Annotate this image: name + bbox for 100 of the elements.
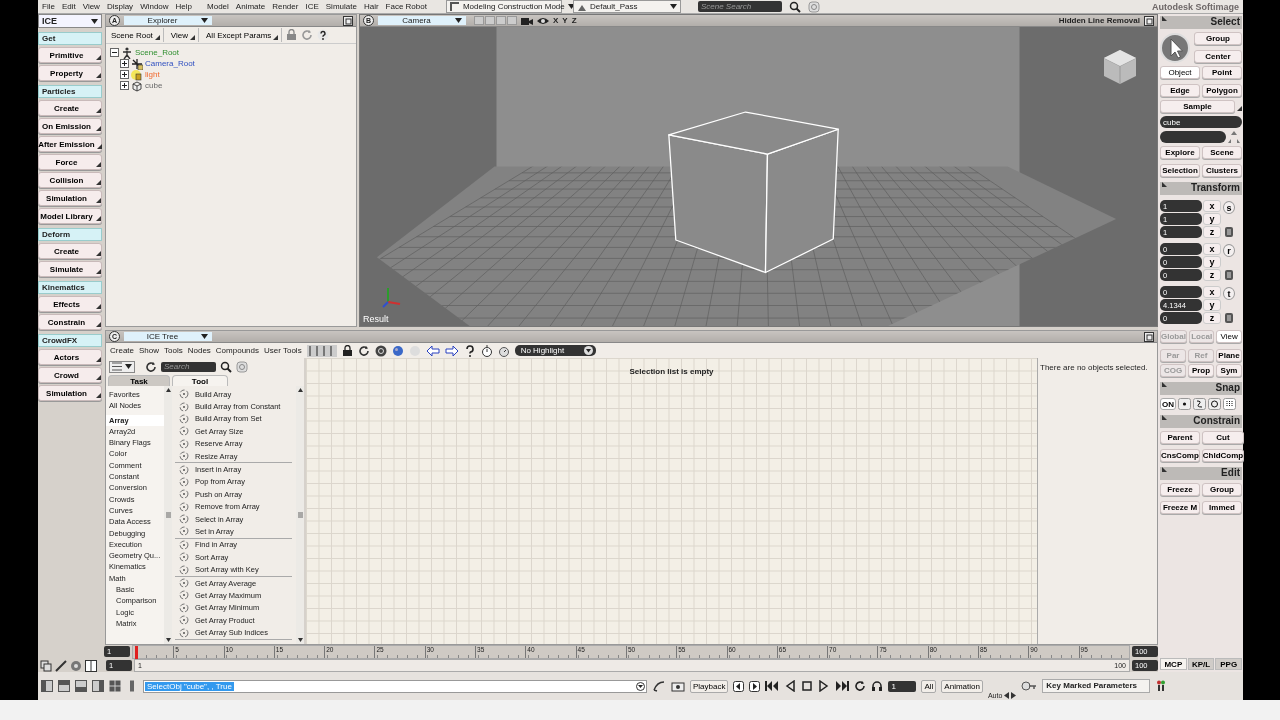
filter-field[interactable] <box>1160 131 1226 143</box>
scroll-down-icon[interactable] <box>165 638 171 642</box>
snap-points-icon[interactable] <box>1178 398 1191 410</box>
scroll-down-icon[interactable] <box>297 638 303 642</box>
menu-item[interactable]: Simulate <box>325 2 357 11</box>
tab[interactable]: PPG <box>1215 658 1242 670</box>
toolbar-button[interactable]: Property <box>38 65 102 81</box>
menu-item[interactable]: File <box>42 2 55 11</box>
snap-surface-icon[interactable] <box>1208 398 1221 410</box>
forward-arrow-icon[interactable] <box>444 344 459 357</box>
panel-button[interactable]: Prop <box>1188 364 1214 377</box>
help-icon[interactable] <box>317 29 330 41</box>
panel-button[interactable]: Group <box>1194 32 1242 45</box>
toolbar-button[interactable]: Actors <box>38 349 102 365</box>
expand-icon[interactable] <box>120 59 129 68</box>
toolbar-button[interactable]: After Emission <box>38 136 102 152</box>
help-icon[interactable] <box>463 344 476 357</box>
tab[interactable]: MCP <box>1160 658 1187 670</box>
section-header[interactable]: Transform <box>1160 182 1242 195</box>
playback-button[interactable]: Playback <box>690 679 729 693</box>
toolbar-button[interactable]: Create <box>38 243 102 259</box>
menu-item[interactable]: View <box>82 2 100 11</box>
tab[interactable]: Tool <box>172 375 228 386</box>
menu-item[interactable]: Edit <box>61 2 76 11</box>
left-arrow-icon[interactable] <box>1004 692 1010 699</box>
collapse-icon[interactable] <box>110 48 119 57</box>
layers-icon[interactable] <box>40 659 52 672</box>
toolbar-button[interactable]: Force <box>38 154 102 170</box>
panel-button[interactable]: Group <box>1202 483 1242 496</box>
scrollbar[interactable] <box>164 386 172 644</box>
panel-button[interactable]: Sym <box>1216 364 1242 377</box>
tree-item[interactable]: Camera_Root <box>145 59 195 68</box>
loop-icon[interactable] <box>854 680 867 692</box>
toolbar-button[interactable]: Effects <box>38 296 102 312</box>
script-editor-icon[interactable] <box>671 680 685 692</box>
snap-grid-icon[interactable] <box>1223 398 1236 410</box>
timer-icon[interactable] <box>480 344 493 357</box>
expand-icon[interactable] <box>120 81 129 90</box>
previous-key-icon[interactable] <box>733 680 745 692</box>
panel-button[interactable]: Cut <box>1201 431 1245 444</box>
layout-icon[interactable] <box>75 680 87 692</box>
scrollbar[interactable] <box>296 386 304 644</box>
section-header[interactable]: Snap <box>1160 382 1242 395</box>
axis-button[interactable]: y <box>1203 256 1221 268</box>
menu-item[interactable]: Show <box>139 346 160 355</box>
panel-button[interactable]: Point <box>1202 66 1242 79</box>
refresh-icon[interactable] <box>145 360 157 373</box>
maximize-icon[interactable] <box>1144 15 1154 26</box>
scroll-handle-icon[interactable] <box>297 512 303 518</box>
display-mode-menu[interactable]: Hidden Line Removal <box>1058 16 1140 25</box>
layout-icon[interactable] <box>41 680 53 692</box>
maximize-icon[interactable] <box>1144 331 1154 342</box>
axis-button[interactable]: z <box>1203 269 1221 281</box>
toolbar-button[interactable]: Collision <box>38 172 102 188</box>
explorer-menu-button[interactable]: All Except Params <box>203 28 283 42</box>
menu-item[interactable]: Hair <box>363 2 379 11</box>
section-header[interactable]: Edit <box>1160 467 1242 480</box>
figure-icon[interactable] <box>1155 680 1168 692</box>
eye-icon[interactable] <box>537 15 549 26</box>
layout-icon[interactable] <box>92 680 104 692</box>
panel-button[interactable]: Freeze <box>1160 483 1200 496</box>
axis-button[interactable]: z <box>1203 226 1221 238</box>
menu-item[interactable]: Face Robot <box>385 2 427 11</box>
axis-toggle[interactable]: Z <box>571 16 577 25</box>
axis-button[interactable]: x <box>1203 243 1221 255</box>
brush-icon[interactable] <box>55 659 67 672</box>
menu-item[interactable]: Model <box>207 2 229 11</box>
menu-item[interactable]: Window <box>140 2 169 11</box>
step-back-icon[interactable] <box>784 680 797 692</box>
toolbar-button[interactable]: On Emission <box>38 118 102 134</box>
layout-icon[interactable] <box>58 680 70 692</box>
axis-button[interactable]: y <box>1203 299 1221 311</box>
panel-title-dropdown[interactable]: Explorer <box>124 16 212 25</box>
section-header[interactable]: Constrain <box>1160 415 1242 428</box>
panel-title-dropdown[interactable]: ICE Tree <box>124 332 212 341</box>
toolbar-button[interactable]: Simulate <box>38 261 102 277</box>
list-icon[interactable] <box>1225 313 1233 323</box>
tree-item[interactable]: Scene_Root <box>135 48 180 57</box>
script-icon[interactable] <box>652 680 666 692</box>
panel-button[interactable]: Scene <box>1202 146 1242 159</box>
menu-item[interactable]: Render <box>272 2 299 11</box>
panel-title-dropdown[interactable]: Camera <box>378 16 466 25</box>
all-button[interactable]: All <box>921 679 937 693</box>
tab[interactable]: Task <box>108 375 170 386</box>
name-field[interactable]: cube <box>1160 116 1242 128</box>
explorer-menu-button[interactable]: View <box>167 28 199 42</box>
toolbar-button[interactable]: Model Library <box>38 208 102 224</box>
last-frame-icon[interactable] <box>835 680 850 692</box>
camera-icon[interactable] <box>521 15 533 26</box>
panel-button[interactable]: CnsComp <box>1160 449 1200 462</box>
menu-item[interactable]: User Tools <box>264 346 302 355</box>
sphere-icon[interactable] <box>391 344 404 357</box>
timer-options-icon[interactable] <box>497 344 510 357</box>
axis-toggle[interactable]: X <box>553 16 559 25</box>
right-arrow-icon[interactable] <box>1011 692 1017 699</box>
pass-dropdown[interactable]: Default_Pass <box>572 0 681 13</box>
menu-item[interactable]: Create <box>110 346 134 355</box>
toolbar-button[interactable]: Primitive <box>38 47 102 63</box>
panel-button[interactable]: ChldComp <box>1201 449 1245 462</box>
panel-button[interactable]: Parent <box>1160 431 1200 444</box>
